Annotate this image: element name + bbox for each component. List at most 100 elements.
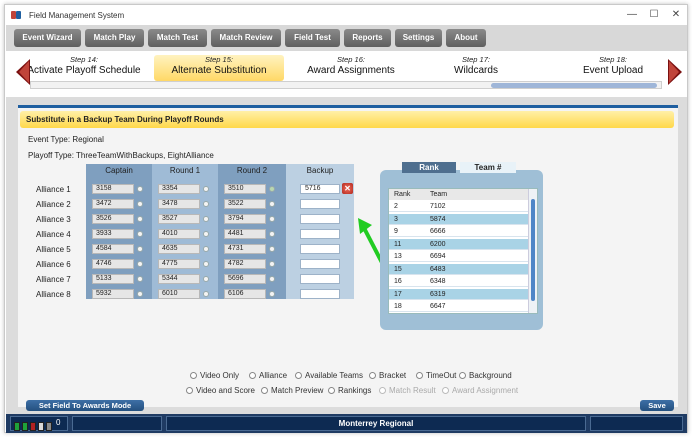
rank-cell: 18: [394, 303, 402, 310]
team-select-radio[interactable]: [203, 201, 209, 207]
backup-team-field[interactable]: [300, 199, 340, 209]
radio-circle-icon: [190, 372, 197, 379]
list-item[interactable]: 15 6483: [389, 263, 529, 275]
step-15[interactable]: Step 15: Alternate Substitution: [154, 55, 284, 81]
step-17[interactable]: Step 17: Wildcards: [436, 55, 516, 76]
team-select-radio[interactable]: [137, 246, 143, 252]
team-select-radio[interactable]: [203, 231, 209, 237]
team-cell: 5344: [158, 274, 200, 284]
step-16[interactable]: Step 16: Award Assignments: [296, 55, 406, 76]
backup-team-field[interactable]: [300, 289, 340, 299]
save-button[interactable]: Save: [640, 400, 674, 411]
backup-team-field[interactable]: [300, 229, 340, 239]
backup-team-field[interactable]: [300, 259, 340, 269]
list-item[interactable]: 2 7102: [389, 201, 529, 212]
list-item[interactable]: 9 6666: [389, 226, 529, 237]
list-item[interactable]: 16 6348: [389, 276, 529, 287]
alliance-label: Alliance 8: [36, 290, 71, 299]
previous-step-arrow-icon[interactable]: [16, 59, 30, 85]
list-scrollbar[interactable]: [528, 189, 537, 313]
team-select-radio[interactable]: [203, 186, 209, 192]
display-option-radio[interactable]: Background: [459, 371, 512, 380]
menu-about[interactable]: About: [446, 29, 486, 47]
display-option-radio[interactable]: Available Teams: [295, 371, 363, 380]
menu-match-play[interactable]: Match Play: [85, 29, 144, 47]
list-item[interactable]: 18 6647: [389, 301, 529, 312]
step-18[interactable]: Step 18: Event Upload: [568, 55, 658, 76]
status-segment: [590, 416, 683, 431]
menu-match-review[interactable]: Match Review: [211, 29, 281, 47]
status-lamp-icon: [46, 422, 52, 431]
team-select-radio[interactable]: [203, 276, 209, 282]
display-option-radio[interactable]: Rankings: [328, 386, 371, 395]
team-select-radio[interactable]: [203, 291, 209, 297]
team-cell: 7102: [430, 203, 446, 210]
display-option-radio[interactable]: Video and Score: [186, 386, 255, 395]
team-select-radio[interactable]: [137, 201, 143, 207]
team-select-radio[interactable]: [137, 231, 143, 237]
team-select-radio[interactable]: [137, 261, 143, 267]
team-select-radio[interactable]: [269, 291, 275, 297]
close-icon[interactable]: ✕: [665, 8, 687, 22]
list-header: Rank Team: [389, 189, 529, 200]
team-select-radio[interactable]: [269, 261, 275, 267]
remove-backup-icon[interactable]: ✕: [342, 183, 353, 194]
team-cell: 6319: [430, 290, 446, 298]
team-select-radio[interactable]: [269, 276, 275, 282]
team-select-radio[interactable]: [137, 276, 143, 282]
menu-settings[interactable]: Settings: [395, 29, 442, 47]
maximize-icon[interactable]: ☐: [643, 8, 665, 22]
list-item[interactable]: 17 6319: [389, 288, 529, 300]
team-cell: 3478: [158, 199, 200, 209]
scrollbar-thumb[interactable]: [491, 83, 657, 88]
menu-match-test[interactable]: Match Test: [148, 29, 207, 47]
display-option-radio[interactable]: Bracket: [369, 371, 406, 380]
status-bar: 0 Monterrey Regional: [6, 414, 687, 433]
team-select-radio[interactable]: [203, 246, 209, 252]
alliance-label: Alliance 5: [36, 245, 71, 254]
team-select-radio[interactable]: [203, 261, 209, 267]
display-option-radio[interactable]: Video Only: [190, 371, 239, 380]
playoff-type-label: Playoff Type: ThreeTeamWithBackups, Eigh…: [28, 151, 214, 160]
backup-team-field[interactable]: [300, 214, 340, 224]
radio-circle-icon: [369, 372, 376, 379]
tab-team-number[interactable]: Team #: [460, 162, 516, 173]
list-item[interactable]: 11 6200: [389, 238, 529, 250]
step-scrollbar[interactable]: [30, 81, 662, 89]
menu-reports[interactable]: Reports: [344, 29, 391, 47]
scrollbar-thumb[interactable]: [531, 199, 535, 301]
step-14[interactable]: Step 14: Activate Playoff Schedule: [24, 55, 144, 76]
next-step-arrow-icon[interactable]: [668, 59, 682, 85]
backup-team-field[interactable]: 5716: [300, 184, 340, 194]
team-cell: 5874: [430, 215, 446, 223]
alliance-label: Alliance 6: [36, 260, 71, 269]
team-select-radio[interactable]: [269, 246, 275, 252]
team-select-radio[interactable]: [137, 291, 143, 297]
display-option-radio[interactable]: Alliance: [249, 371, 287, 380]
team-cell: 6200: [430, 240, 446, 248]
list-item[interactable]: 13 6694: [389, 251, 529, 262]
radio-circle-icon: [249, 372, 256, 379]
menu-event-wizard[interactable]: Event Wizard: [14, 29, 81, 47]
menu-field-test[interactable]: Field Test: [285, 29, 340, 47]
display-option-radio[interactable]: Match Preview: [261, 386, 323, 395]
team-cell: 4010: [158, 229, 200, 239]
team-select-radio[interactable]: [203, 216, 209, 222]
team-select-radio[interactable]: [269, 216, 275, 222]
tab-rank[interactable]: Rank: [402, 162, 456, 173]
list-item[interactable]: 3 5874: [389, 213, 529, 225]
backup-team-field[interactable]: [300, 274, 340, 284]
team-select-radio[interactable]: [269, 186, 275, 192]
team-select-radio[interactable]: [137, 186, 143, 192]
display-option-radio[interactable]: TimeOut: [416, 371, 456, 380]
set-awards-mode-button[interactable]: Set Field To Awards Mode: [26, 400, 144, 411]
step-name: Award Assignments: [307, 65, 395, 76]
team-list[interactable]: Rank Team 2 7102 3 5874 9 6666 11 6200 13 6694 15 6…: [388, 188, 538, 314]
team-select-radio[interactable]: [269, 201, 275, 207]
backup-team-field[interactable]: [300, 244, 340, 254]
team-select-radio[interactable]: [137, 216, 143, 222]
team-cell: 4584: [92, 244, 134, 254]
minimize-icon[interactable]: —: [621, 8, 643, 22]
team-select-radio[interactable]: [269, 231, 275, 237]
team-cell: 3510: [224, 184, 266, 194]
